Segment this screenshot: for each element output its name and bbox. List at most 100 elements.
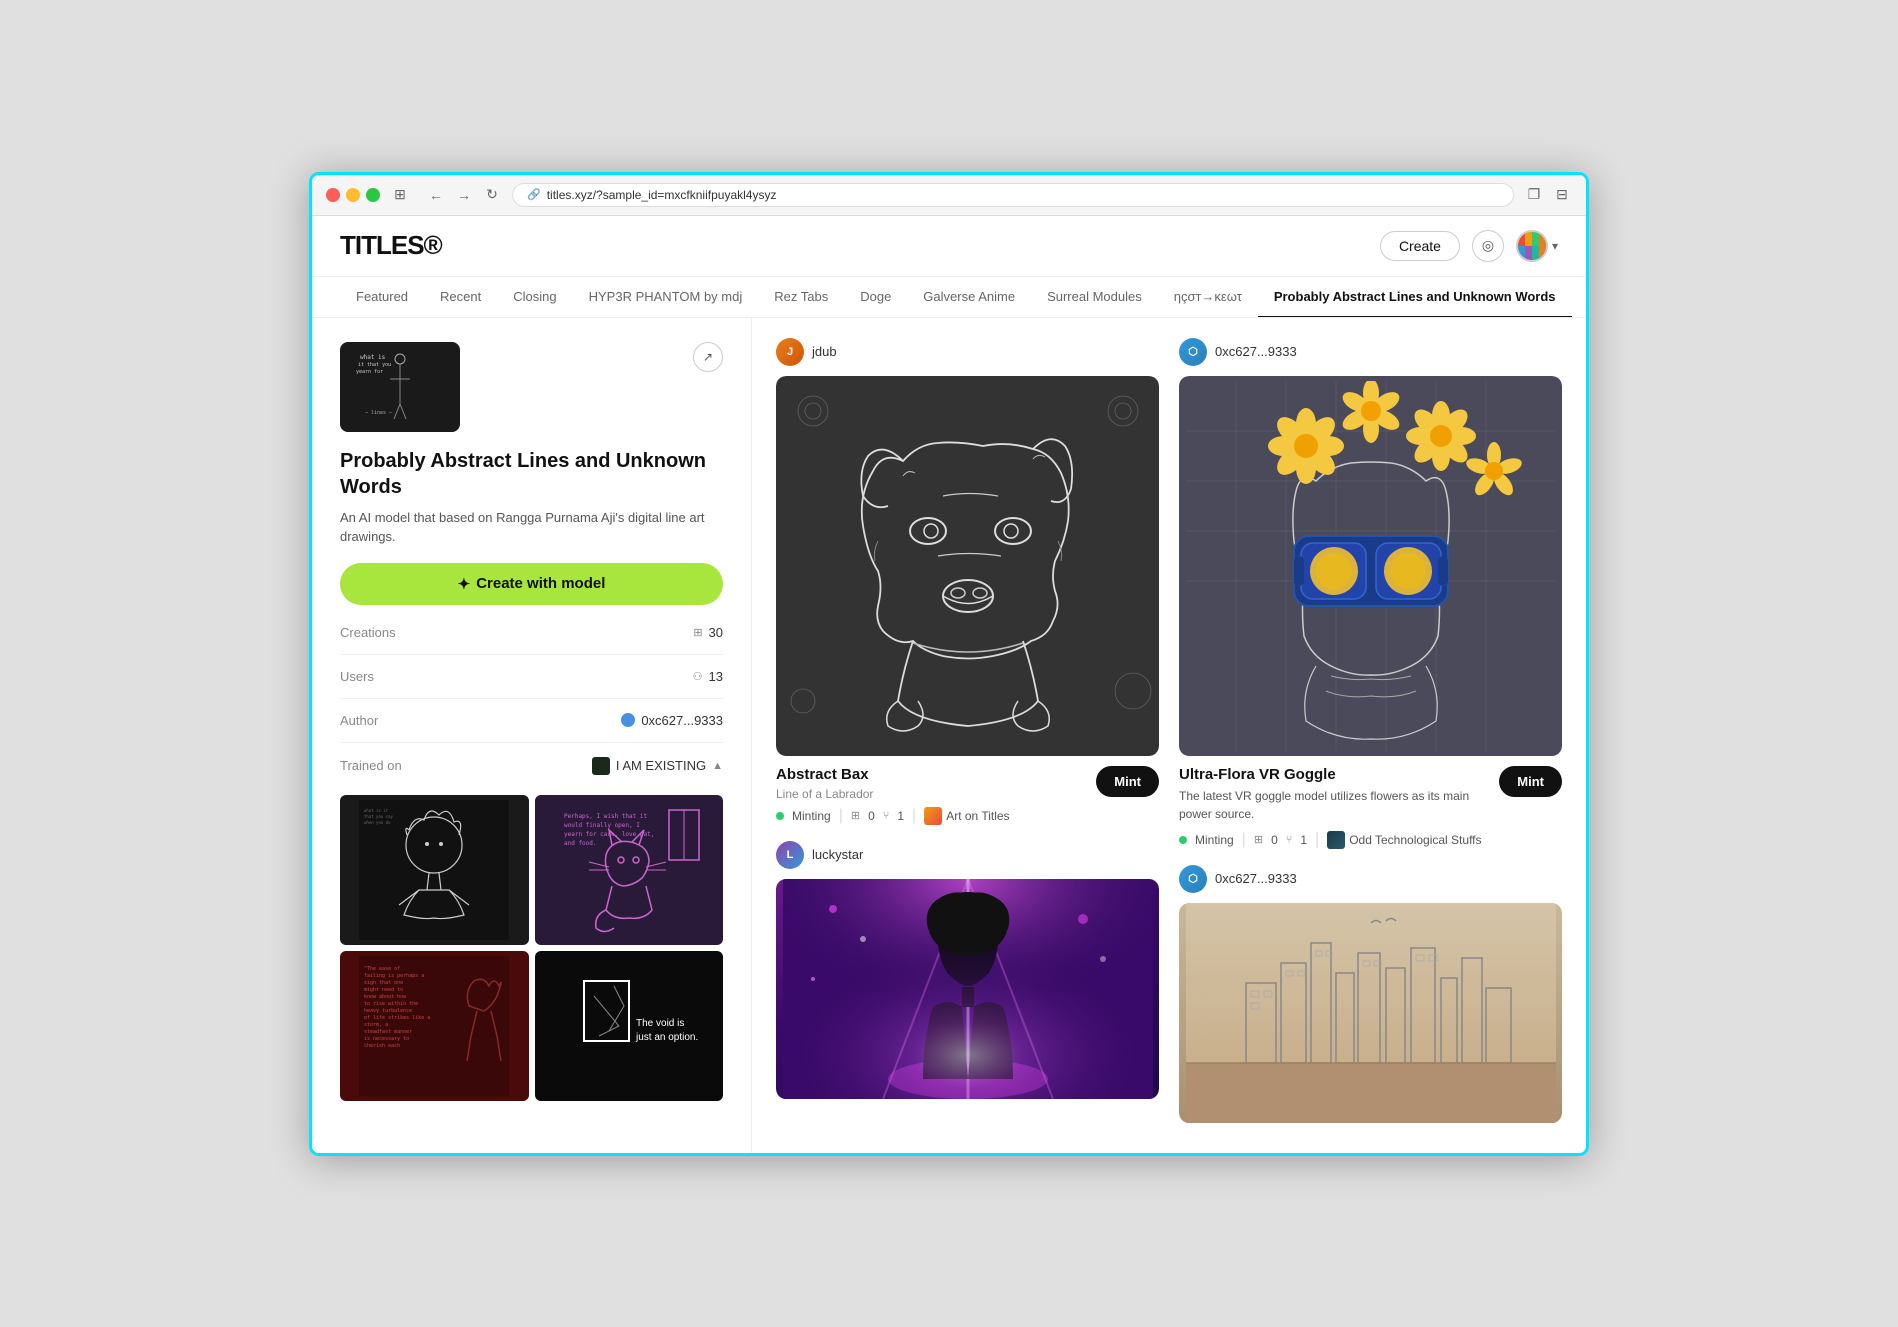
browser-nav: ← → ↻ (426, 185, 502, 205)
plus-count: 0 (868, 809, 875, 823)
trained-on-label: Trained on (340, 758, 402, 773)
creator-avatar-luckystar: L (776, 841, 804, 869)
minting-dot-goggle (1179, 836, 1187, 844)
plus-icon: ⊞ (851, 809, 860, 822)
collection-name-goggle: Odd Technological Stuffs (1349, 833, 1481, 847)
creator-row-0xc627-2: ⬡ 0xc627...9333 (1179, 865, 1562, 893)
tab-rez[interactable]: Rez Tabs (758, 277, 844, 318)
create-with-model-button[interactable]: ✦ Create with model (340, 563, 723, 605)
tab-legend[interactable]: Legend... (1572, 277, 1586, 318)
url-bar[interactable]: 🔗 titles.xyz/?sample_id=mxcfkniifpuyakl4… (512, 183, 1514, 207)
concert-art-background (776, 879, 1159, 1099)
browser-window: ⊞ ← → ↻ 🔗 titles.xyz/?sample_id=mxcfknii… (309, 172, 1589, 1156)
nft-details-dog: Abstract Bax Line of a Labrador Minting … (776, 766, 1010, 825)
url-text: titles.xyz/?sample_id=mxcfkniifpuyakl4ys… (547, 188, 777, 202)
collection-thumb (924, 807, 942, 825)
desert-art-background (1179, 903, 1562, 1123)
nft-title-dog: Abstract Bax (776, 766, 1010, 783)
nft-info-row-goggle: Ultra-Flora VR Goggle The latest VR gogg… (1179, 766, 1562, 849)
svg-text:cherish each: cherish each (364, 1043, 400, 1049)
trained-on-value: I AM EXISTING ▲ (592, 757, 723, 775)
left-sidebar: what is it that you yearn for (312, 318, 752, 1153)
fork-icon-goggle: ⑂ (1286, 834, 1293, 846)
stat-trained-on: Trained on I AM EXISTING ▲ (340, 757, 723, 775)
stat-creations: Creations ⊞ 30 (340, 625, 723, 640)
users-value: ⚇ 13 (693, 669, 723, 684)
tab-doge[interactable]: Doge (844, 277, 907, 318)
forward-icon[interactable]: → (454, 185, 474, 205)
browser-extra-icons: ❐ ⊟ (1524, 185, 1572, 205)
users-label: Users (340, 669, 374, 684)
svg-text:to rise within the: to rise within the (364, 1001, 418, 1007)
app-container: TITLES® Create ◎ (312, 216, 1586, 1153)
svg-text:The void is: The void is (636, 1018, 684, 1029)
author-label: Author (340, 713, 378, 728)
svg-text:what is: what is (360, 354, 386, 361)
svg-text:heavy turbulence: heavy turbulence (364, 1008, 412, 1014)
model-example-4: The void is just an option. (535, 951, 724, 1101)
grid-icon: ⊞ (693, 626, 702, 639)
creator-avatar-jdub: J (776, 338, 804, 366)
tab-recent[interactable]: Recent (424, 277, 497, 318)
tab-probably-abstract[interactable]: Probably Abstract Lines and Unknown Word… (1258, 277, 1572, 318)
mint-button-goggle[interactable]: Mint (1499, 766, 1562, 797)
nft-title-goggle: Ultra-Flora VR Goggle (1179, 766, 1491, 783)
model-example-1: what is it that you say when you do (340, 795, 529, 945)
mint-button-dog[interactable]: Mint (1096, 766, 1159, 797)
model-card: what is it that you yearn for (340, 342, 723, 1101)
nft-meta-dog: Minting | ⊞ 0 ⑂ 1 | (776, 807, 1010, 825)
stat-author: Author 0xc627...9333 (340, 713, 723, 728)
collection-goggle: Odd Technological Stuffs (1327, 831, 1481, 849)
creations-label: Creations (340, 625, 396, 640)
svg-text:when you do: when you do (364, 820, 391, 825)
browser-min-btn[interactable] (346, 188, 360, 202)
nft-image-concert (776, 879, 1159, 1099)
fork-count-goggle: 1 (1300, 833, 1307, 847)
tab-closing[interactable]: Closing (497, 277, 572, 318)
refresh-icon[interactable]: ↻ (482, 185, 502, 205)
svg-text:storm, a: storm, a (364, 1022, 388, 1028)
nav-tabs: Featured Recent Closing HYP3R PHANTOM by… (312, 277, 1586, 318)
creator-avatar-0xc627: ⬡ (1179, 338, 1207, 366)
svg-text:steadfast manner: steadfast manner (364, 1029, 412, 1035)
app-header: TITLES® Create ◎ (312, 216, 1586, 277)
link-icon: 🔗 (527, 188, 541, 201)
back-icon[interactable]: ← (426, 185, 446, 205)
share-button[interactable]: ↗ (693, 342, 723, 372)
svg-text:is necessary to: is necessary to (364, 1036, 409, 1042)
app-logo: TITLES® (340, 230, 442, 261)
nft-info-row-dog: Abstract Bax Line of a Labrador Minting … (776, 766, 1159, 825)
create-button[interactable]: Create (1380, 231, 1460, 261)
fork-icon: ⑂ (883, 810, 890, 822)
svg-text:that you say: that you say (364, 814, 393, 819)
svg-text:— lines —: — lines — (365, 410, 393, 416)
browser-max-btn[interactable] (366, 188, 380, 202)
split-icon[interactable]: ⊟ (1552, 185, 1572, 205)
browser-toolbar: ⊞ ← → ↻ 🔗 titles.xyz/?sample_id=mxcfknii… (312, 175, 1586, 216)
stat-users: Users ⚇ 13 (340, 669, 723, 684)
screenshot-icon[interactable]: ❐ (1524, 185, 1544, 205)
minting-dot (776, 812, 784, 820)
expand-icon[interactable]: ▲ (712, 760, 723, 772)
model-title: Probably Abstract Lines and Unknown Word… (340, 448, 723, 500)
tab-featured[interactable]: Featured (340, 277, 424, 318)
nft-column-1: J jdub (776, 338, 1159, 1133)
content-columns: J jdub (776, 338, 1562, 1133)
model-example-3: "The ease of failing is perhaps a sign t… (340, 951, 529, 1101)
sidebar-toggle-icon[interactable]: ⊞ (390, 185, 410, 205)
author-value: 0xc627...9333 (621, 713, 723, 728)
avatar-group[interactable]: ▾ (1516, 230, 1558, 262)
browser-close-btn[interactable] (326, 188, 340, 202)
tab-hyp3r[interactable]: HYP3R PHANTOM by mdj (573, 277, 759, 318)
nft-image-dog (776, 376, 1159, 756)
tab-eta[interactable]: ηçσт→κεωτ (1158, 277, 1258, 318)
creator-avatar-0xc627-2: ⬡ (1179, 865, 1207, 893)
content-area: J jdub (752, 318, 1586, 1153)
nft-image-goggle (1179, 376, 1562, 756)
main-layout: what is it that you yearn for (312, 318, 1586, 1153)
tab-surreal[interactable]: Surreal Modules (1031, 277, 1158, 318)
tab-galverse[interactable]: Galverse Anime (907, 277, 1031, 318)
model-desc: An AI model that based on Rangga Purnama… (340, 508, 723, 547)
header-right: Create ◎ (1380, 230, 1558, 262)
compass-icon-btn[interactable]: ◎ (1472, 230, 1504, 262)
